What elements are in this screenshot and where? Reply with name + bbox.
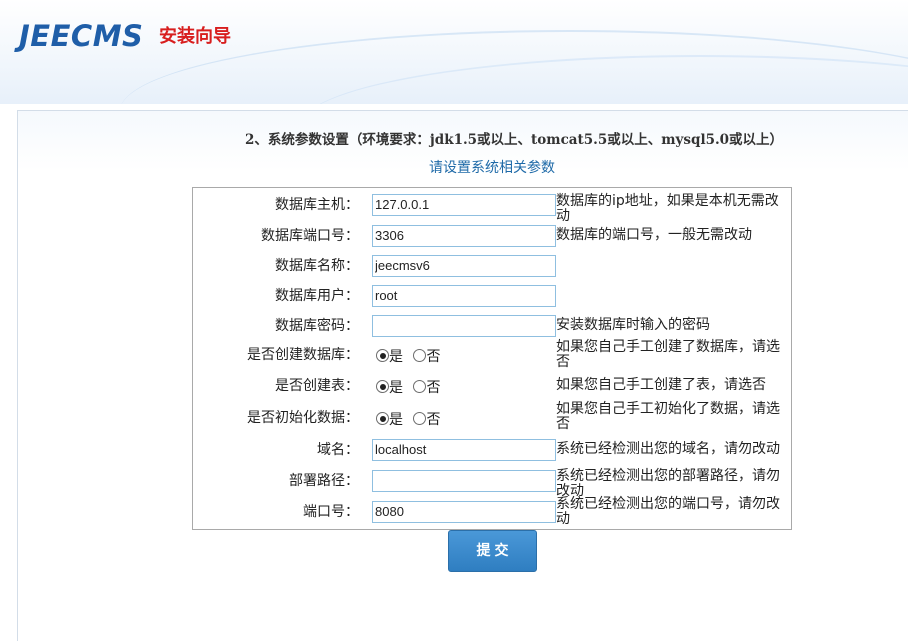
domain-label: 域名： (317, 442, 359, 458)
install-wizard-title: 安装向导 (159, 26, 231, 47)
create-tables-no-label[interactable]: 否 (426, 380, 440, 396)
domain-hint: 系统已经检测出您的域名，请勿改动 (556, 441, 780, 457)
create-tables-hint: 如果您自己手工创建了表，请选否 (556, 377, 766, 393)
port-hint: 系统已经检测出您的端口号，请勿改动 (556, 496, 780, 527)
db-port-label: 数据库端口号： (261, 228, 359, 244)
port-input[interactable] (372, 501, 556, 523)
db-name-input[interactable] (372, 255, 556, 277)
db-password-label: 数据库密码： (275, 318, 359, 334)
jeecms-logo: JEECMS (19, 19, 144, 53)
db-name-label: 数据库名称： (275, 258, 359, 274)
deploy-path-label: 部署路径： (289, 473, 359, 489)
create-db-yes-label[interactable]: 是 (389, 349, 403, 365)
create-tables-options: 是 否 (376, 379, 446, 397)
deploy-path-hint: 系统已经检测出您的部署路径，请勿改动 (556, 468, 780, 499)
db-port-input[interactable] (372, 225, 556, 247)
create-db-no-radio[interactable] (413, 349, 427, 362)
port-label: 端口号： (303, 504, 359, 520)
init-data-no-label[interactable]: 否 (426, 412, 440, 428)
init-data-hint: 如果您自己手工初始化了数据，请选否 (556, 401, 780, 432)
db-host-label: 数据库主机： (275, 197, 359, 213)
db-password-input[interactable] (372, 315, 556, 337)
init-data-yes-label[interactable]: 是 (389, 412, 403, 428)
db-user-label: 数据库用户： (275, 288, 359, 304)
settings-form: 数据库主机： 数据库的ip地址，如果是本机无需改动 数据库端口号： 数据库的端口… (192, 187, 792, 530)
submit-button[interactable]: 提交 (448, 530, 537, 572)
step-subtitle: 请设置系统相关参数 (429, 160, 555, 176)
domain-input[interactable] (372, 439, 556, 461)
init-data-yes-radio[interactable] (376, 412, 389, 425)
init-data-label: 是否初始化数据： (247, 410, 359, 426)
create-tables-label: 是否创建表： (275, 378, 359, 394)
db-host-input[interactable] (372, 194, 556, 216)
step-title: 2、系统参数设置（环境要求：jdk1.5或以上、tomcat5.5或以上、mys… (245, 132, 784, 148)
create-db-yes-radio[interactable] (376, 349, 389, 362)
deploy-path-input[interactable] (372, 470, 556, 492)
init-data-options: 是 否 (376, 411, 446, 429)
db-host-hint: 数据库的ip地址，如果是本机无需改动 (556, 193, 779, 224)
create-tables-no-radio[interactable] (413, 380, 427, 393)
create-tables-yes-label[interactable]: 是 (389, 380, 403, 396)
create-db-options: 是 否 (376, 348, 446, 366)
create-db-no-label[interactable]: 否 (426, 349, 440, 365)
db-password-hint: 安装数据库时输入的密码 (556, 317, 710, 333)
db-user-input[interactable] (372, 285, 556, 307)
page-header: JEECMS 安装向导 (0, 0, 908, 104)
create-tables-yes-radio[interactable] (376, 380, 389, 393)
create-db-hint: 如果您自己手工创建了数据库，请选否 (556, 339, 780, 370)
init-data-no-radio[interactable] (413, 412, 427, 425)
db-port-hint: 数据库的端口号，一般无需改动 (556, 227, 752, 243)
create-db-label: 是否创建数据库： (247, 347, 359, 363)
